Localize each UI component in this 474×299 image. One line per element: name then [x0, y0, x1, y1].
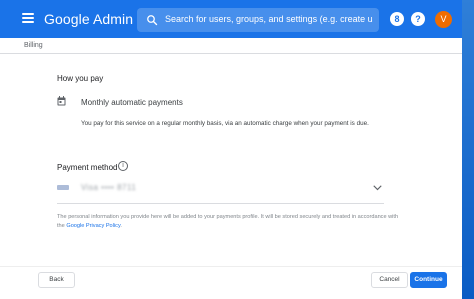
app-title[interactable]: Google Admin — [44, 11, 133, 27]
privacy-notice: The personal information you provide her… — [57, 213, 402, 231]
continue-button[interactable]: Continue — [410, 272, 447, 288]
calendar-icon — [57, 96, 66, 106]
card-brand-icon — [57, 185, 69, 190]
payment-type: Monthly automatic payments — [81, 98, 183, 107]
desktop-background — [462, 0, 474, 299]
card-number[interactable]: Visa •••• 8711 — [81, 183, 136, 192]
support-icon[interactable]: 8 — [390, 12, 404, 26]
help-icon[interactable]: ? — [411, 12, 425, 26]
back-button[interactable]: Back — [38, 272, 75, 288]
info-icon[interactable]: i — [118, 161, 128, 171]
payment-method-divider — [57, 203, 384, 204]
top-app-bar: Google Admin Search for users, groups, a… — [0, 0, 462, 38]
admin-window: Google Admin Search for users, groups, a… — [0, 0, 474, 299]
search-icon — [147, 15, 158, 26]
menu-icon[interactable] — [22, 13, 34, 23]
cancel-button[interactable]: Cancel — [371, 272, 408, 288]
billing-content — [10, 54, 462, 299]
footer-divider — [0, 266, 462, 267]
chevron-down-icon[interactable] — [373, 185, 382, 191]
payment-description: You pay for this service on a regular mo… — [81, 120, 369, 127]
breadcrumb: Billing — [24, 42, 43, 49]
search-bar[interactable]: Search for users, groups, and settings (… — [137, 8, 379, 32]
how-you-pay-heading: How you pay — [57, 74, 104, 83]
search-placeholder[interactable]: Search for users, groups, and settings (… — [165, 14, 373, 24]
privacy-policy-link[interactable]: Google Privacy Policy — [66, 223, 120, 229]
privacy-suffix: . — [120, 223, 122, 229]
payment-method-heading: Payment method — [57, 163, 118, 172]
avatar[interactable]: V — [435, 11, 452, 28]
